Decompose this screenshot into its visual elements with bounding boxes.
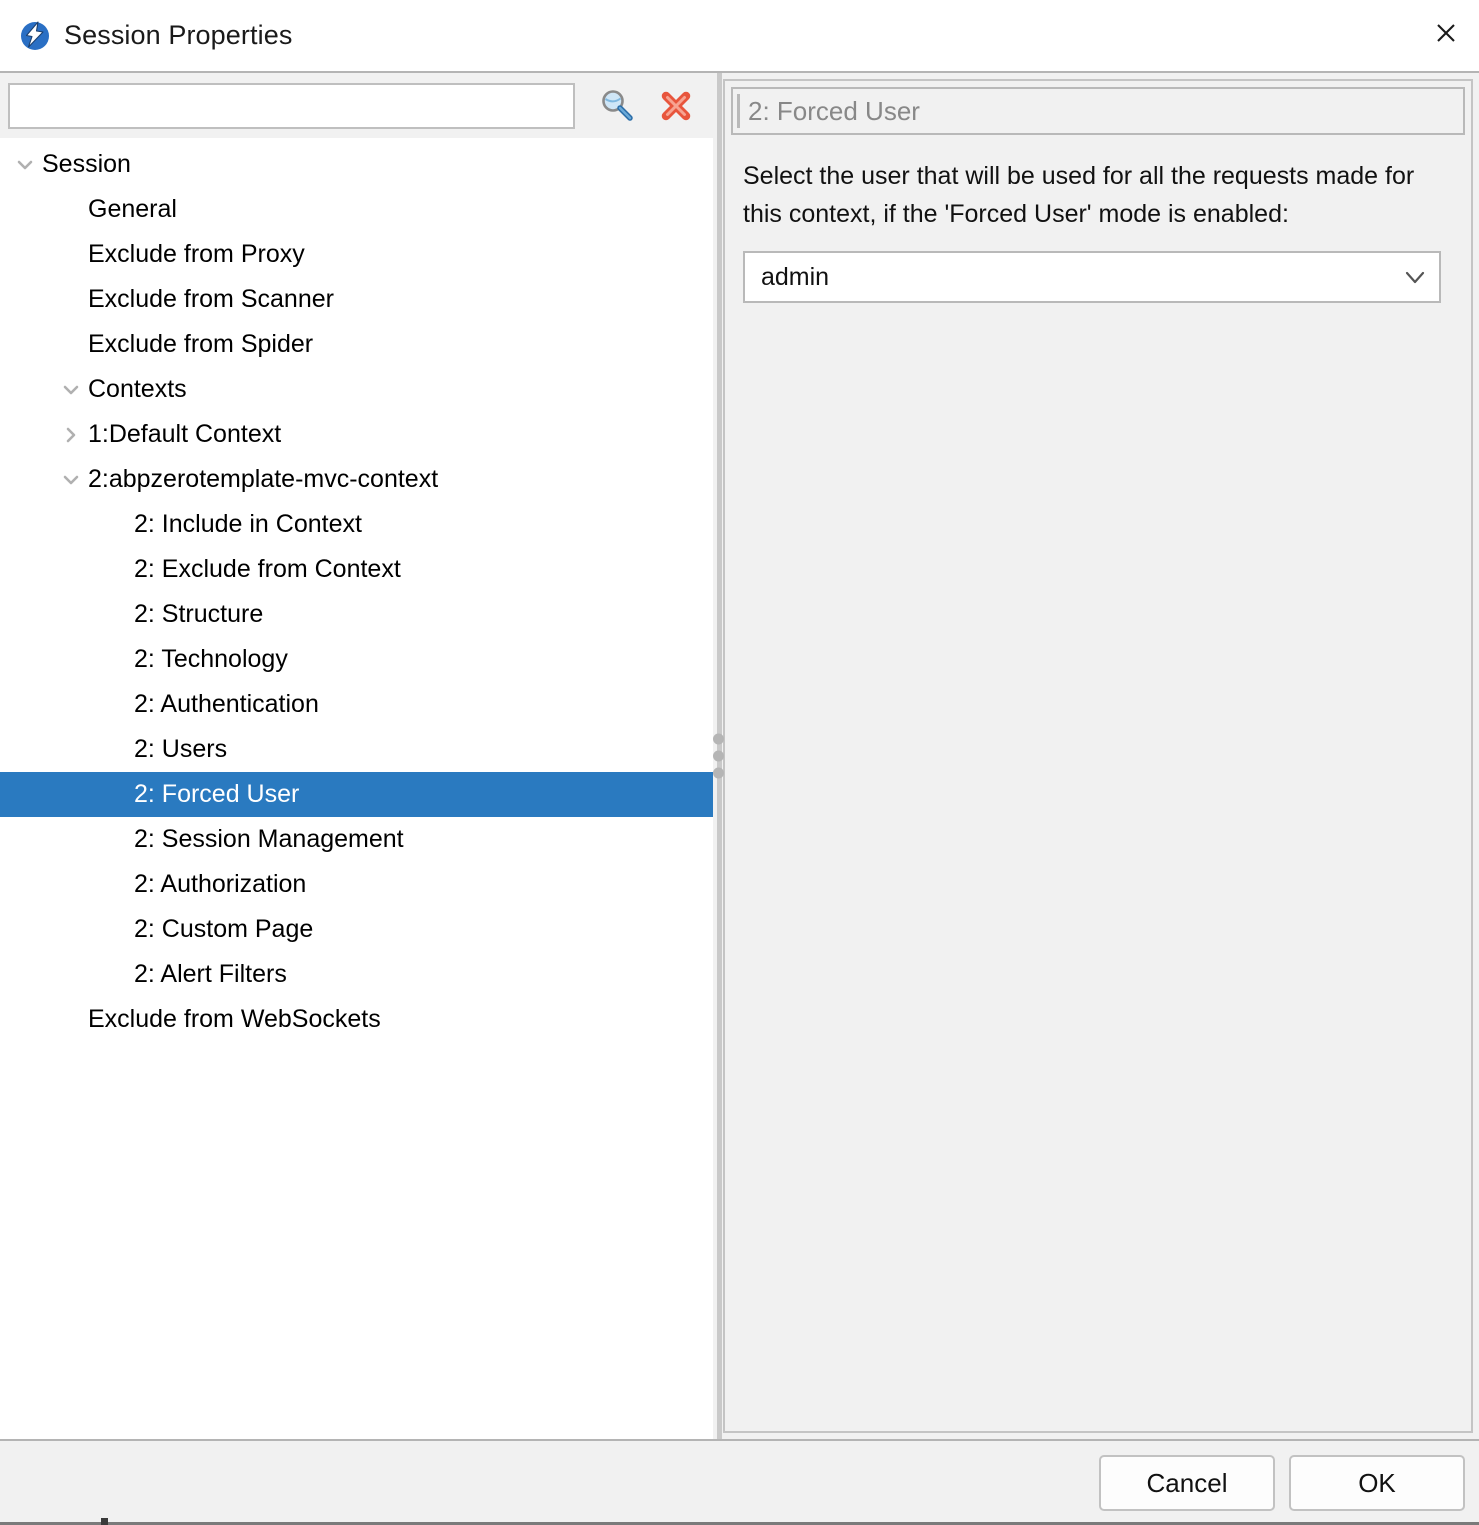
tree-item-general[interactable]: General [0, 187, 713, 232]
search-toolbar [0, 73, 713, 138]
tree-item-label: 2: Structure [134, 600, 264, 628]
tree-item-contexts[interactable]: Contexts [0, 367, 713, 412]
tree-item-label: Session [42, 150, 131, 178]
tree-item-2-abpzerotemplate-mvc-context[interactable]: 2:abpzerotemplate-mvc-context [0, 457, 713, 502]
tree-item-exclude-from-scanner[interactable]: Exclude from Scanner [0, 277, 713, 322]
forced-user-selected-value: admin [761, 262, 830, 291]
tree-item-exclude-from-websockets[interactable]: Exclude from WebSockets [0, 997, 713, 1042]
chevron-down-icon[interactable] [8, 154, 42, 176]
tree-item-2-custom-page[interactable]: 2: Custom Page [0, 907, 713, 952]
settings-tree[interactable]: Session General Exclude from Proxy Exclude … [0, 138, 713, 1439]
tree-item-label: 2: Forced User [134, 780, 300, 808]
ok-button[interactable]: OK [1289, 1455, 1465, 1511]
panel-header-accent [737, 94, 740, 128]
tree-item-label: 2: Session Management [134, 825, 404, 853]
panel-header: 2: Forced User [731, 87, 1465, 135]
tree-item-exclude-from-spider[interactable]: Exclude from Spider [0, 322, 713, 367]
window-title: Session Properties [64, 20, 293, 50]
tree-item-label: 2: Users [134, 735, 228, 763]
tree-item-2-structure[interactable]: 2: Structure [0, 592, 713, 637]
tree-item-2-users[interactable]: 2: Users [0, 727, 713, 772]
panel-body: Select the user that will be used for al… [725, 135, 1471, 1431]
tree-item-2-authentication[interactable]: 2: Authentication [0, 682, 713, 727]
chevron-down-icon [1391, 264, 1439, 290]
tree-item-2-technology[interactable]: 2: Technology [0, 637, 713, 682]
tree-item-label: 2:abpzerotemplate-mvc-context [88, 465, 439, 493]
close-icon[interactable] [1413, 0, 1479, 66]
tree-item-label: General [88, 195, 177, 223]
chevron-down-icon[interactable] [54, 469, 88, 491]
cancel-button[interactable]: Cancel [1099, 1455, 1275, 1511]
tree-item-2-forced-user[interactable]: 2: Forced User [0, 772, 713, 817]
forced-user-description: Select the user that will be used for al… [743, 162, 1415, 228]
magnifier-icon[interactable] [593, 83, 639, 129]
zap-logo-icon [18, 19, 52, 53]
resize-grip-mark [101, 1518, 108, 1525]
tree-item-label: 2: Custom Page [134, 915, 314, 943]
split-pane-divider[interactable] [713, 73, 724, 1439]
chevron-right-icon[interactable] [54, 424, 88, 446]
tree-item-label: Exclude from Scanner [88, 285, 334, 313]
tree-item-1-default-context[interactable]: 1:Default Context [0, 412, 713, 457]
tree-item-label: Exclude from WebSockets [88, 1005, 381, 1033]
tree-item-label: 2: Include in Context [134, 510, 362, 538]
tree-item-2-exclude-from-context[interactable]: 2: Exclude from Context [0, 547, 713, 592]
dialog-footer: Cancel OK [0, 1439, 1479, 1525]
tree-item-2-authorization[interactable]: 2: Authorization [0, 862, 713, 907]
divider-grip-dots [713, 733, 724, 779]
right-pane: 2: Forced User Select the user that will… [723, 79, 1473, 1433]
session-properties-dialog: Session Properties Session General Exclu… [0, 0, 1479, 1525]
tree-item-label: 2: Authorization [134, 870, 307, 898]
dialog-content: Session General Exclude from Proxy Exclude … [0, 71, 1479, 1525]
title-bar: Session Properties [0, 0, 1479, 71]
tree-item-session[interactable]: Session [0, 142, 713, 187]
tree-item-label: 2: Alert Filters [134, 960, 287, 988]
tree-item-label: Contexts [88, 375, 187, 403]
search-input[interactable] [8, 82, 575, 129]
forced-user-select[interactable]: admin [743, 251, 1441, 303]
panel-header-title: 2: Forced User [748, 96, 920, 126]
tree-item-label: 2: Exclude from Context [134, 555, 401, 583]
tree-item-2-session-management[interactable]: 2: Session Management [0, 817, 713, 862]
tree-item-label: Exclude from Proxy [88, 240, 305, 268]
split-pane: Session General Exclude from Proxy Exclude … [0, 73, 1479, 1439]
tree-item-exclude-from-proxy[interactable]: Exclude from Proxy [0, 232, 713, 277]
chevron-down-icon[interactable] [54, 379, 88, 401]
left-pane: Session General Exclude from Proxy Exclude … [0, 73, 713, 1439]
red-x-clear-icon[interactable] [653, 83, 699, 129]
tree-item-label: 2: Authentication [134, 690, 319, 718]
tree-item-label: 2: Technology [134, 645, 288, 673]
tree-item-2-include-in-context[interactable]: 2: Include in Context [0, 502, 713, 547]
tree-item-2-alert-filters[interactable]: 2: Alert Filters [0, 952, 713, 997]
tree-item-label: 1:Default Context [88, 420, 282, 448]
tree-item-label: Exclude from Spider [88, 330, 314, 358]
